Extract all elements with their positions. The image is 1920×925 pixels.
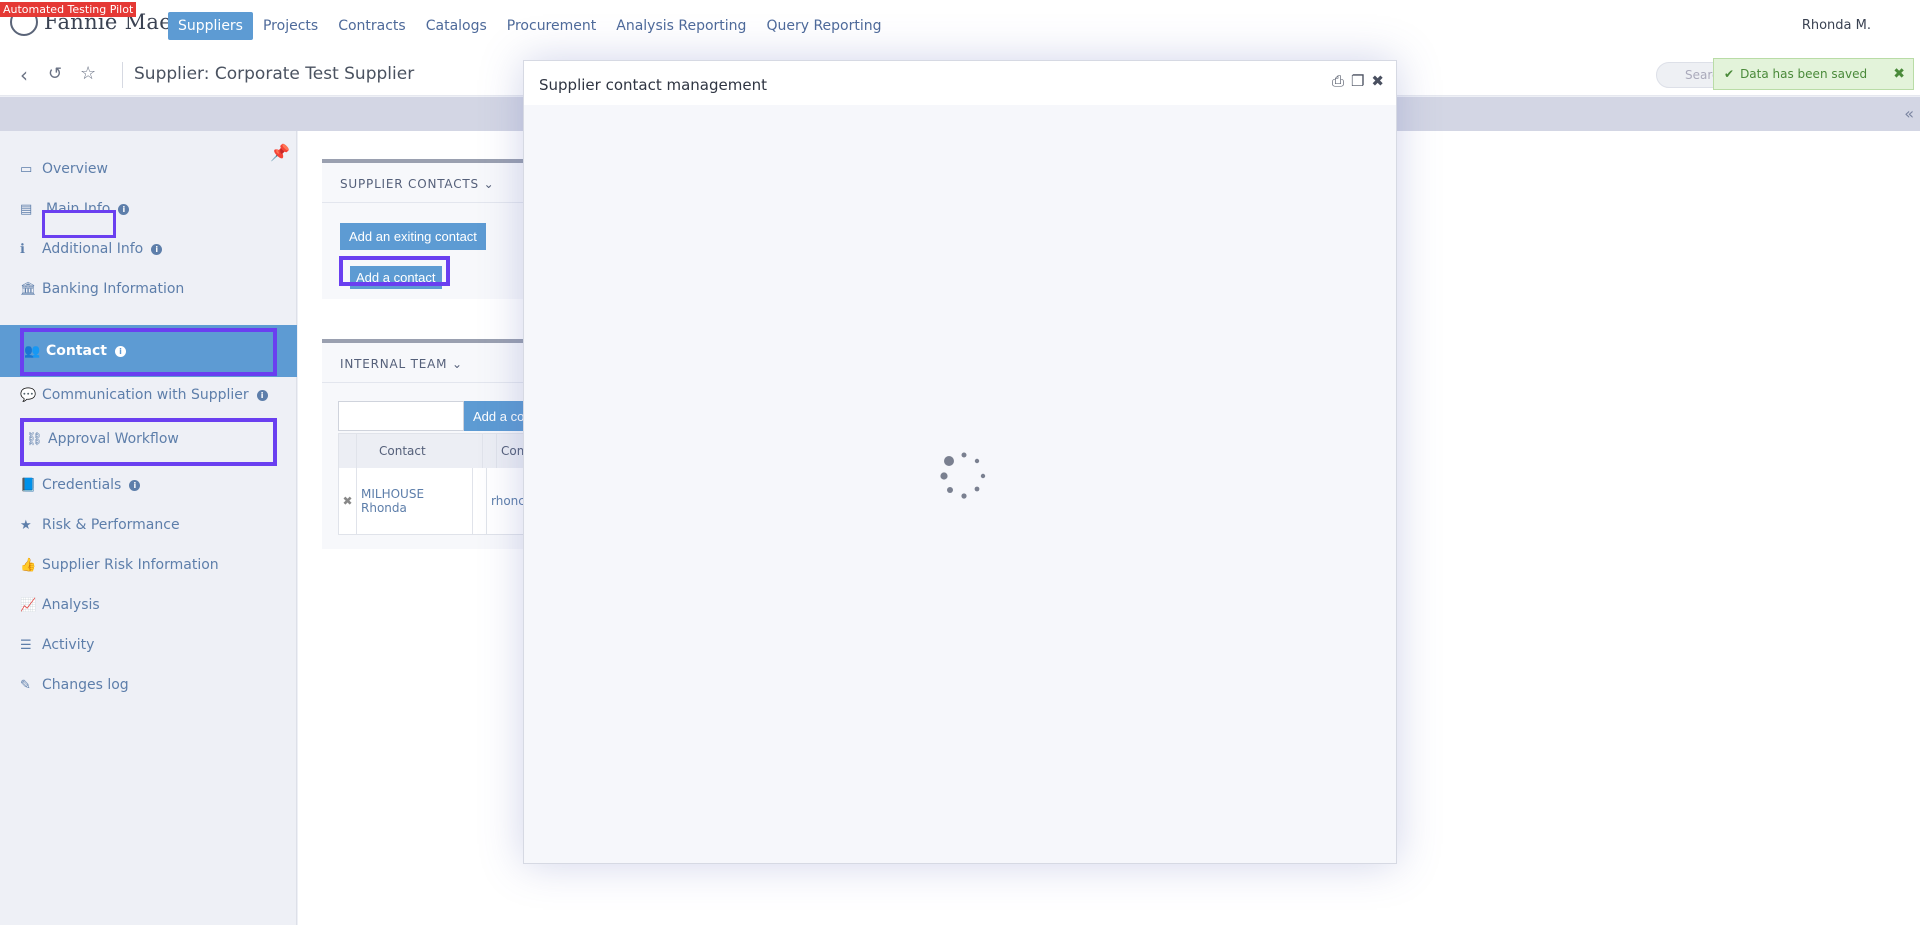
automation-badge: Automated Testing Pilot: [0, 2, 137, 17]
star-icon: ★: [20, 517, 32, 533]
edit-icon: ✎: [20, 677, 31, 693]
sidebar-item-overview[interactable]: ▭ Overview: [0, 151, 297, 187]
users-icon: 👥: [24, 343, 41, 359]
nav-projects[interactable]: Projects: [253, 12, 328, 40]
page-title: Supplier: Corporate Test Supplier: [134, 64, 415, 84]
sidebar-item-credentials[interactable]: 📘 Credentials i: [0, 467, 297, 503]
sidebar-item-main-info[interactable]: ▤ Main Info i: [0, 191, 297, 227]
chart-icon: 📈: [20, 597, 37, 613]
bank-icon: 🏛: [20, 281, 37, 297]
collapse-icon[interactable]: «: [1904, 104, 1914, 123]
chevron-down-icon: ⌄: [451, 357, 463, 371]
sidebar-item-supplier-risk-information[interactable]: 👍 Supplier Risk Information: [0, 547, 297, 583]
nav-procurement[interactable]: Procurement: [497, 12, 606, 40]
id-card-icon: ▤: [20, 201, 33, 217]
sidebar-item-changes-log[interactable]: ✎ Changes log: [0, 667, 297, 703]
nav-catalogs[interactable]: Catalogs: [416, 12, 497, 40]
thumbs-up-icon: 👍: [20, 557, 37, 573]
loading-spinner-icon: [940, 452, 986, 499]
nav-query-reporting[interactable]: Query Reporting: [756, 12, 891, 40]
sidebar-item-approval-workflow[interactable]: ⛓ Approval Workflow: [0, 421, 297, 457]
sidebar-item-contact[interactable]: 👥 Contact i: [0, 325, 297, 377]
contact-name[interactable]: MILHOUSE Rhonda: [357, 468, 473, 534]
history-icon[interactable]: ↺: [48, 64, 62, 84]
sidebar-item-banking-information[interactable]: 🏛 Banking Information: [0, 271, 297, 307]
top-navbar: Automated Testing Pilot Fannie Mae™ Supp…: [0, 0, 1920, 52]
user-menu[interactable]: Rhonda M.: [1802, 18, 1871, 33]
add-existing-contact-button[interactable]: Add an exiting contact: [340, 223, 486, 250]
sidebar-item-activity[interactable]: ☰ Activity: [0, 627, 297, 663]
comments-icon: 💬: [20, 387, 37, 403]
sidebar: 📌 ▭ Overview ▤ Main Info i ℹ Additional Info…: [0, 131, 297, 925]
chevron-down-icon: ⌄: [483, 177, 495, 191]
back-icon[interactable]: ‹: [20, 63, 28, 87]
nav-analysis-reporting[interactable]: Analysis Reporting: [606, 12, 756, 40]
remove-icon[interactable]: ✖: [339, 468, 357, 534]
supplier-contact-modal: Supplier contact management ⎙ ❐ ✖: [523, 60, 1397, 864]
close-icon[interactable]: ✖: [1893, 66, 1905, 82]
info-icon: i: [256, 389, 268, 401]
sidebar-item-communication-with-supplier[interactable]: 💬 Communication with Supplier i: [0, 377, 297, 413]
info-icon: ℹ: [20, 241, 25, 257]
sidebar-item-analysis[interactable]: 📈 Analysis: [0, 587, 297, 623]
success-toast: ✔ Data has been saved ✖: [1713, 58, 1914, 90]
close-icon[interactable]: ✖: [1371, 72, 1384, 90]
sidebar-item-additional-info[interactable]: ℹ Additional Info i: [0, 231, 297, 267]
nav-contracts[interactable]: Contracts: [328, 12, 416, 40]
print-icon[interactable]: ⎙: [1332, 72, 1344, 90]
info-icon: i: [129, 479, 141, 491]
divider: [122, 62, 123, 88]
toast-message: Data has been saved: [1740, 67, 1868, 81]
info-icon: i: [115, 345, 126, 357]
main-nav: Suppliers Projects Contracts Catalogs Pr…: [168, 12, 892, 40]
workflow-icon: ⛓: [26, 431, 43, 447]
info-icon: i: [151, 243, 163, 255]
monitor-icon: ▭: [20, 161, 33, 177]
info-icon: i: [118, 203, 130, 215]
column-contact[interactable]: Contact: [357, 434, 483, 468]
nav-suppliers[interactable]: Suppliers: [168, 12, 253, 40]
sidebar-item-risk-performance[interactable]: ★ Risk & Performance: [0, 507, 297, 543]
star-icon[interactable]: ☆: [80, 63, 96, 84]
team-search-input[interactable]: [338, 401, 464, 431]
modal-title: Supplier contact management: [539, 76, 767, 94]
book-icon: 📘: [20, 477, 37, 493]
check-icon: ✔: [1724, 67, 1735, 81]
maximize-icon[interactable]: ❐: [1351, 72, 1364, 90]
add-contact-button[interactable]: Add a contact: [350, 266, 442, 289]
list-icon: ☰: [20, 637, 32, 653]
modal-header: Supplier contact management ⎙ ❐ ✖: [524, 61, 1396, 105]
